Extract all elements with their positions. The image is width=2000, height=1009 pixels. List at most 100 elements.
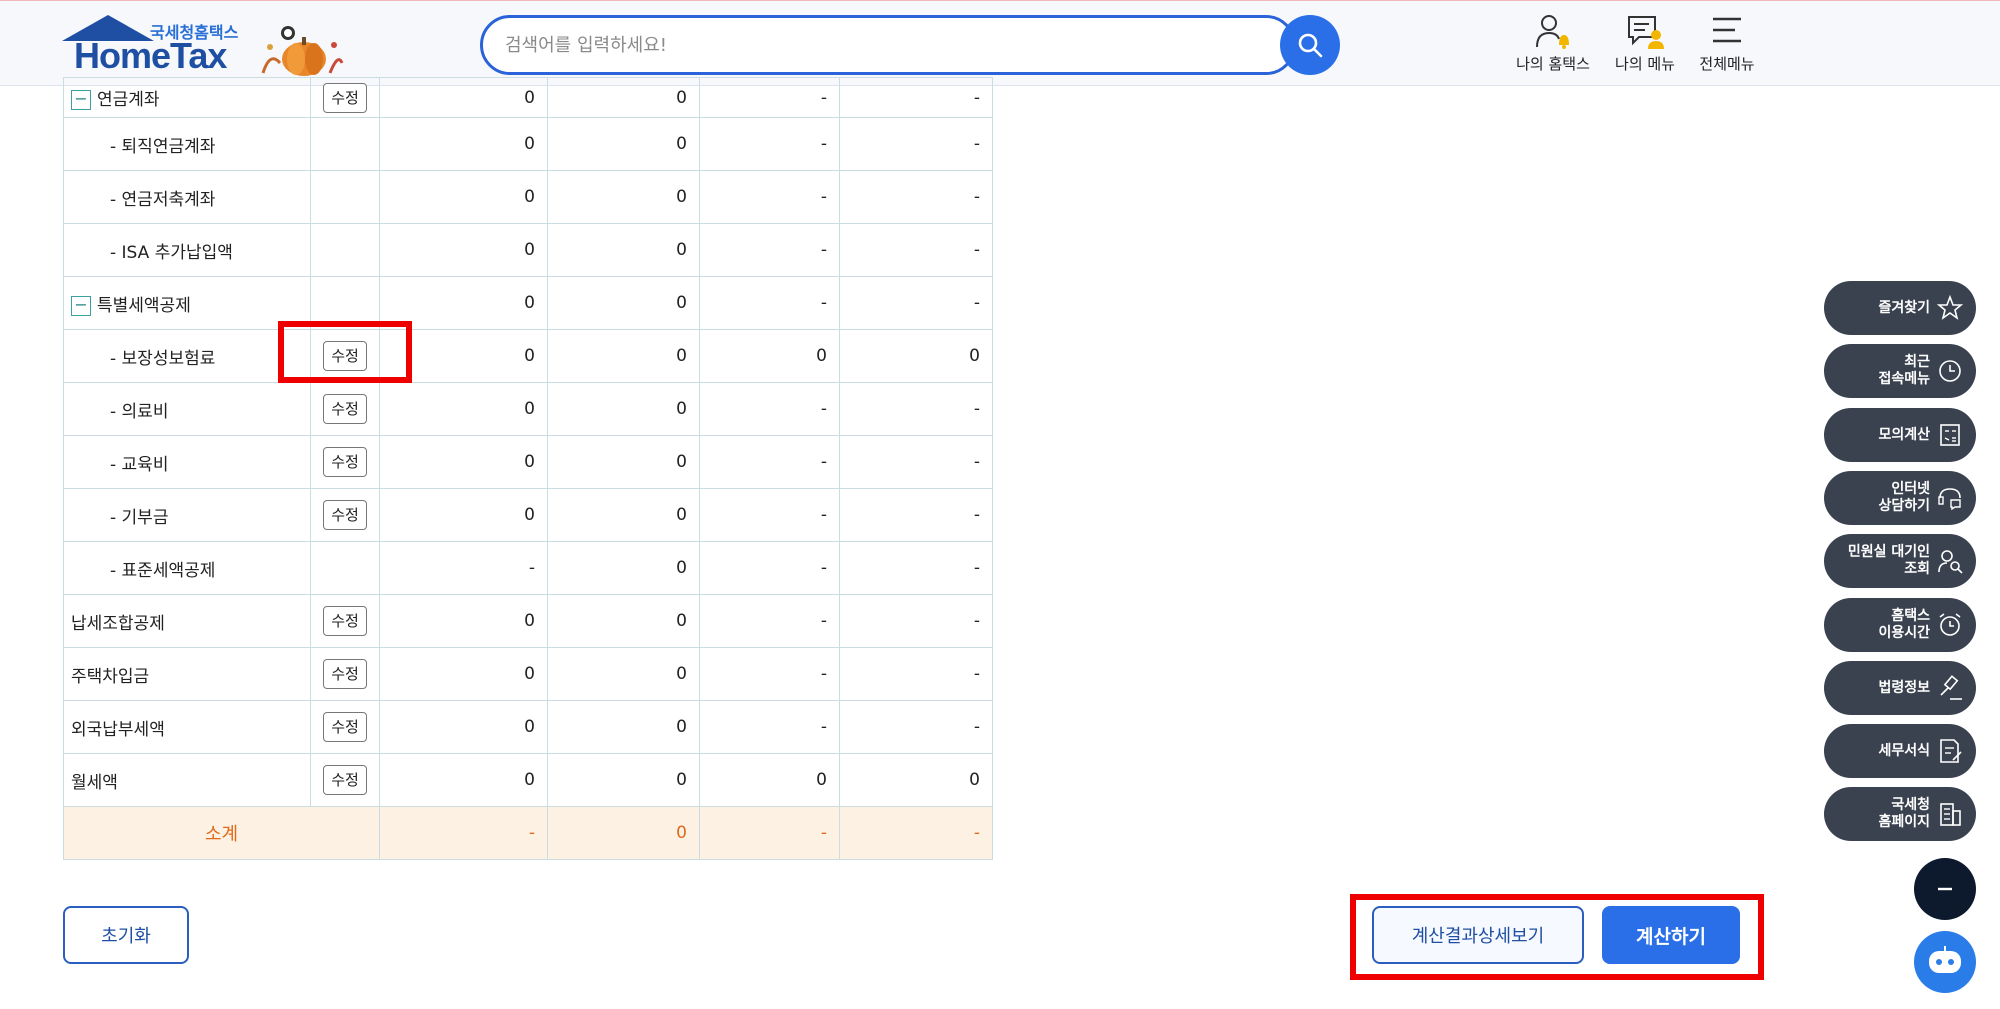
table-row: 외국납부세액 수정 0 0 - - bbox=[63, 700, 993, 754]
cell-value: 0 bbox=[547, 753, 700, 807]
gavel-icon bbox=[1940, 675, 1962, 700]
cell-value: - bbox=[699, 117, 840, 171]
cell-value: - bbox=[839, 700, 993, 754]
table-row: 주택차입금 수정 0 0 - - bbox=[63, 647, 993, 701]
table-row: - 보장성보험료 수정 0 0 0 0 bbox=[63, 329, 993, 383]
side-service-hours-button[interactable]: 홈택스 이용시간 bbox=[1824, 598, 1976, 652]
cell-value: 0 bbox=[547, 541, 700, 595]
side-label: 상담하기 bbox=[1878, 498, 1930, 514]
cell-value: - bbox=[839, 382, 993, 436]
cell-value: 0 bbox=[839, 753, 993, 807]
cell-value: 0 bbox=[379, 700, 548, 754]
table-row: - 연금저축계좌 0 0 - - bbox=[63, 170, 993, 224]
alarm-clock-icon bbox=[1939, 613, 1961, 636]
side-label: 민원실 대기인 bbox=[1847, 544, 1930, 560]
side-law-info-button[interactable]: 법령정보 bbox=[1824, 661, 1976, 715]
cell-value: - bbox=[699, 435, 840, 489]
edit-button[interactable]: 수정 bbox=[323, 394, 367, 424]
side-label: 조회 bbox=[1904, 561, 1930, 577]
side-label: 세무서식 bbox=[1878, 742, 1930, 759]
minus-icon bbox=[1938, 887, 1952, 891]
cell-value: 0 bbox=[547, 647, 700, 701]
side-label: 이용시간 bbox=[1878, 625, 1930, 641]
edit-button[interactable]: 수정 bbox=[323, 712, 367, 742]
collapse-side-menu-button[interactable] bbox=[1914, 858, 1976, 920]
chatbot-button[interactable] bbox=[1914, 931, 1976, 993]
cell-value: - bbox=[839, 276, 993, 330]
table-row: - 기부금 수정 0 0 - - bbox=[63, 488, 993, 542]
side-label: 홈페이지 bbox=[1878, 814, 1930, 830]
clock-icon bbox=[1939, 360, 1961, 382]
top-header: 국세청홈택스 HomeTax 나의 홈택스 bbox=[0, 0, 2000, 86]
my-menu-button[interactable]: 나의 메뉴 bbox=[1600, 13, 1690, 77]
cell-value: 0 bbox=[547, 488, 700, 542]
cell-value: - bbox=[839, 541, 993, 595]
row-label: 월세액 bbox=[63, 753, 311, 807]
row-label: − 특별세액공제 bbox=[63, 276, 311, 330]
side-favorites-button[interactable]: 즐겨찾기 bbox=[1824, 281, 1976, 335]
side-waiting-lookup-button[interactable]: 민원실 대기인 조회 bbox=[1824, 534, 1976, 588]
search-input[interactable] bbox=[505, 30, 1265, 60]
table-row: 월세액 수정 0 0 0 0 bbox=[63, 753, 993, 807]
side-mock-calc-button[interactable]: 모의계산 bbox=[1824, 408, 1976, 462]
cell-value: 0 bbox=[547, 594, 700, 648]
cell-value: 0 bbox=[547, 329, 700, 383]
edit-button[interactable]: 수정 bbox=[323, 765, 367, 795]
chat-support-icon bbox=[1938, 488, 1961, 511]
my-menu-label: 나의 메뉴 bbox=[1615, 55, 1675, 73]
total-label: 소계 bbox=[63, 806, 380, 860]
cell-value: 0 bbox=[379, 488, 548, 542]
cell-value: - bbox=[699, 170, 840, 224]
row-label: - 표준세액공제 bbox=[63, 541, 311, 595]
cell-value: 0 bbox=[379, 594, 548, 648]
total-value: - bbox=[379, 806, 548, 860]
side-online-consult-button[interactable]: 인터넷 상담하기 bbox=[1824, 471, 1976, 525]
edit-button[interactable]: 수정 bbox=[323, 500, 367, 530]
side-nts-homepage-button[interactable]: 국세청 홈페이지 bbox=[1824, 787, 1976, 841]
edit-button[interactable]: 수정 bbox=[323, 447, 367, 477]
edit-button[interactable]: 수정 bbox=[323, 82, 367, 113]
pumpkin-decoration-icon bbox=[261, 26, 344, 76]
side-recent-menu-button[interactable]: 최근 접속메뉴 bbox=[1824, 344, 1976, 398]
cell-value: - bbox=[699, 647, 840, 701]
all-menu-button[interactable]: 전체메뉴 bbox=[1682, 13, 1772, 77]
row-label: − 연금계좌 bbox=[63, 77, 311, 118]
cell-value: - bbox=[699, 223, 840, 277]
menu-user-icon bbox=[1628, 16, 1664, 49]
row-label: - 보장성보험료 bbox=[63, 329, 311, 383]
cell-value: - bbox=[699, 382, 840, 436]
search-box bbox=[480, 15, 1296, 75]
row-label: - 기부금 bbox=[63, 488, 311, 542]
collapse-icon[interactable]: − bbox=[71, 295, 91, 316]
row-label: - 연금저축계좌 bbox=[63, 170, 311, 224]
cell-value: - bbox=[839, 170, 993, 224]
side-label: 최근 bbox=[1904, 354, 1930, 370]
document-edit-icon bbox=[1940, 739, 1962, 763]
cell-value: - bbox=[839, 488, 993, 542]
cell-value: - bbox=[699, 276, 840, 330]
cell-value: 0 bbox=[547, 117, 700, 171]
collapse-icon[interactable]: − bbox=[71, 90, 91, 110]
search-button[interactable] bbox=[1280, 15, 1340, 75]
calculate-button[interactable]: 계산하기 bbox=[1602, 906, 1740, 964]
side-tax-forms-button[interactable]: 세무서식 bbox=[1824, 724, 1976, 778]
cell-value: 0 bbox=[379, 435, 548, 489]
cell-value: 0 bbox=[379, 382, 548, 436]
total-value: 0 bbox=[547, 806, 700, 860]
result-detail-button[interactable]: 계산결과상세보기 bbox=[1372, 906, 1584, 964]
user-bell-icon bbox=[1536, 15, 1569, 49]
reset-button[interactable]: 초기화 bbox=[63, 906, 189, 964]
cell-value: - bbox=[699, 488, 840, 542]
building-icon bbox=[1940, 803, 1961, 826]
my-hometax-label: 나의 홈택스 bbox=[1516, 55, 1590, 73]
side-label: 국세청 bbox=[1891, 797, 1930, 813]
cell-value: 0 bbox=[699, 329, 840, 383]
edit-button[interactable]: 수정 bbox=[323, 606, 367, 636]
cell-value: 0 bbox=[547, 170, 700, 224]
hometax-logo[interactable]: 국세청홈택스 HomeTax bbox=[62, 15, 352, 79]
table-row: 납세조합공제 수정 0 0 - - bbox=[63, 594, 993, 648]
edit-button[interactable]: 수정 bbox=[323, 659, 367, 689]
person-search-icon bbox=[1938, 550, 1963, 574]
my-hometax-button[interactable]: 나의 홈택스 bbox=[1508, 13, 1598, 77]
total-value: - bbox=[699, 806, 840, 860]
